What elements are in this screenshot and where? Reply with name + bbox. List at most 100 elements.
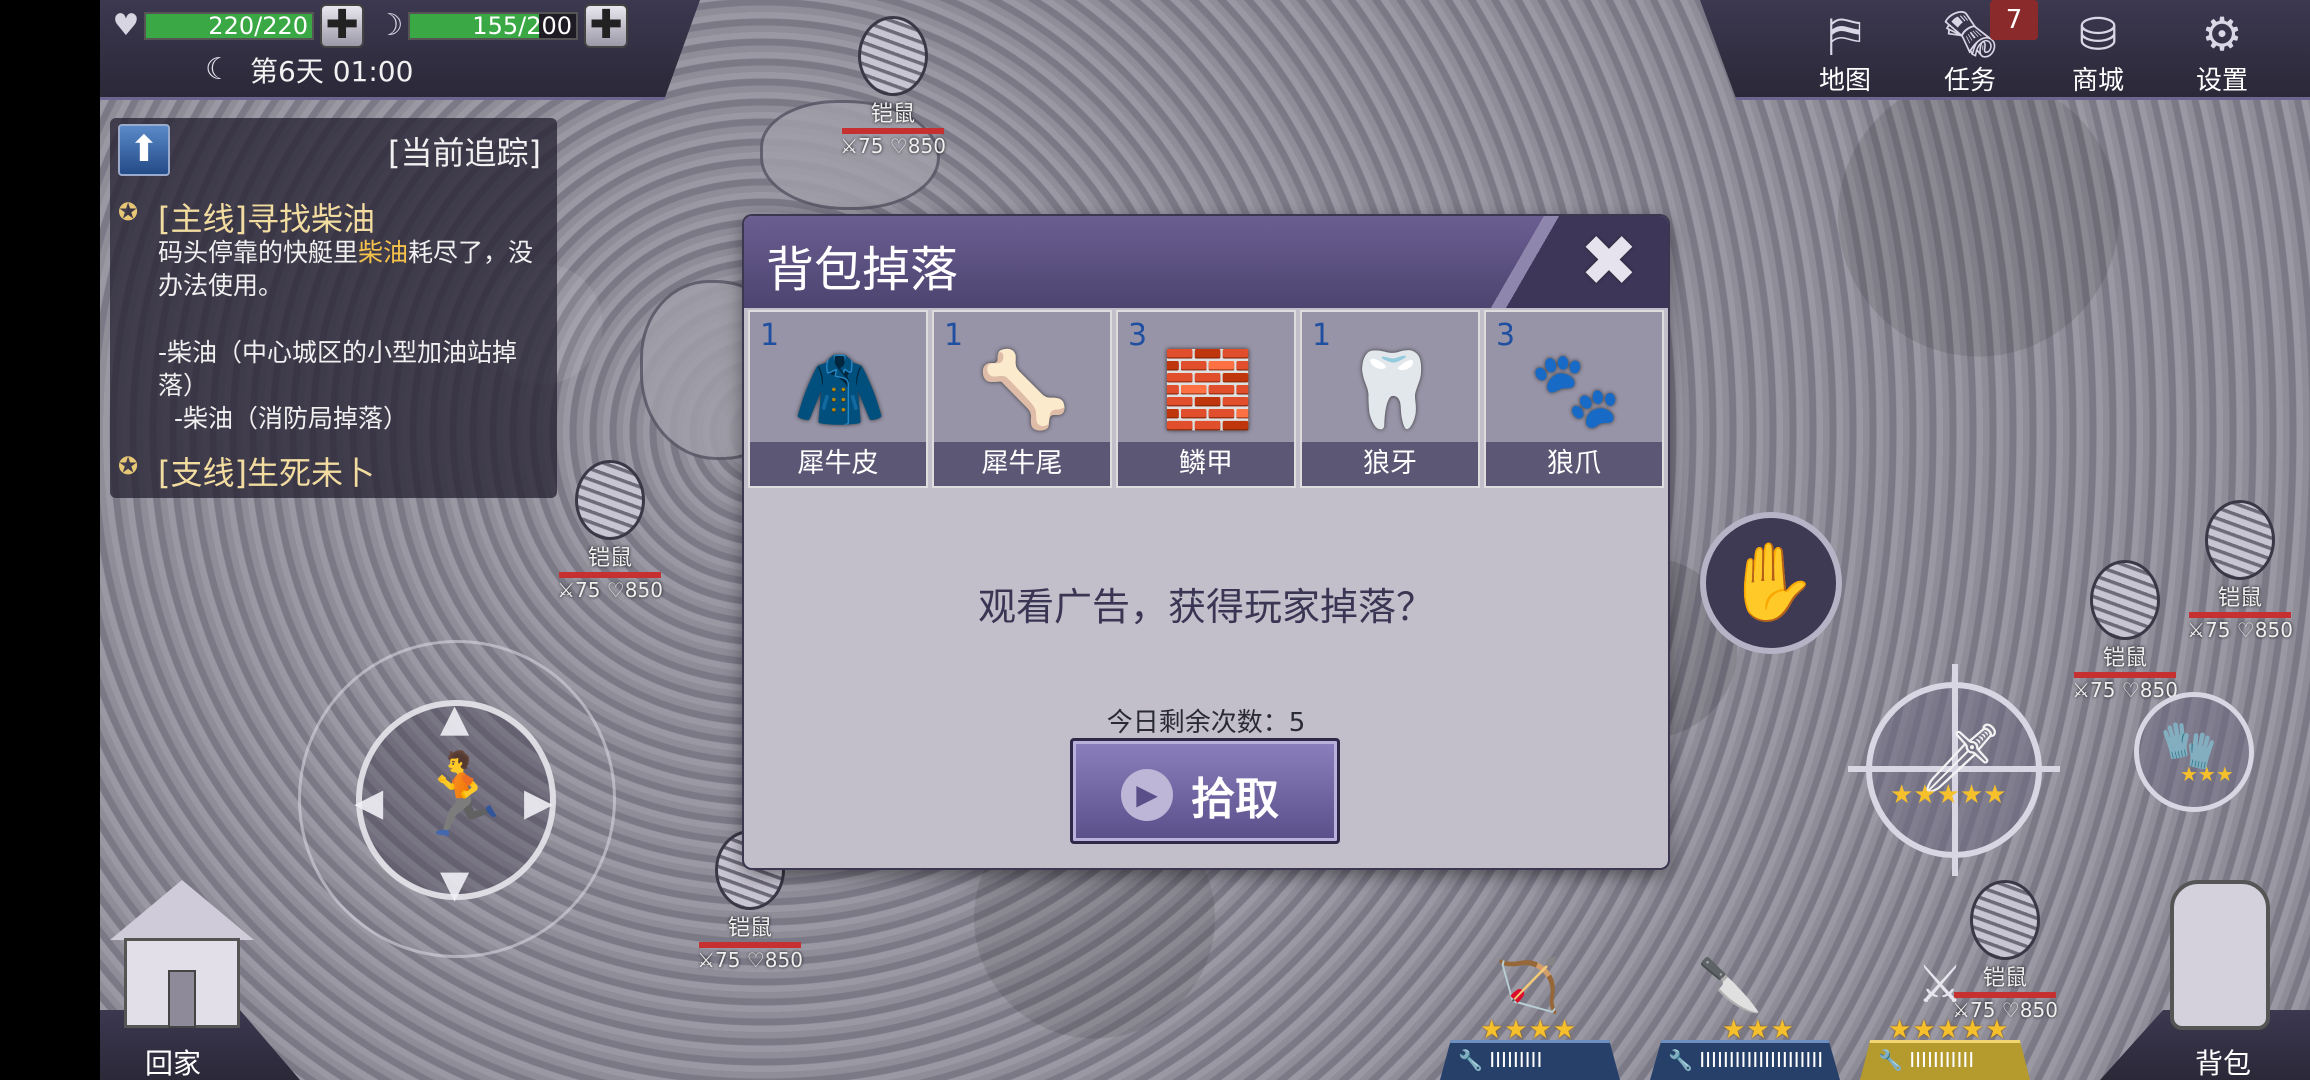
pick-up-button[interactable]: ▶ 拾取	[1070, 738, 1340, 844]
arrow-right-icon: ▶	[524, 780, 554, 824]
item-name: 狼爪	[1486, 442, 1662, 486]
drop-item[interactable]: 3 🧱 鳞甲	[1116, 310, 1296, 488]
enemy-sprite	[1970, 880, 2040, 960]
collapse-quest-button[interactable]: ⬆	[118, 124, 170, 176]
gear-icon: ⚙	[2201, 7, 2243, 61]
weapon-slot-3-active[interactable]: 🔧 IIIIIIIIIII	[1860, 1040, 2030, 1080]
weapon-slot-2[interactable]: 🔧 IIIIIIIIIIIIIIIIIIIII	[1650, 1040, 1840, 1080]
quest-tracker-header: [当前追踪]	[388, 134, 541, 172]
drop-item[interactable]: 1 🦷 狼牙	[1300, 310, 1480, 488]
house-door	[168, 970, 196, 1028]
main-quest-icon: ✪	[118, 198, 139, 226]
drop-item-list: 1 🧥 犀牛皮 1 🦴 犀牛尾 3 🧱 鳞甲 1 🦷 狼牙 3 🐾 狼爪	[744, 310, 1668, 510]
main-quest-step: -柴油（消防局掉落）	[174, 404, 409, 433]
enemy-sprite	[2090, 560, 2160, 640]
grab-hand-button[interactable]: ✋	[1700, 512, 1842, 654]
drop-item[interactable]: 1 🧥 犀牛皮	[748, 310, 928, 488]
item-quantity: 1	[760, 318, 780, 353]
bow-icon[interactable]: 🏹	[1488, 955, 1568, 1016]
main-quest-step: -柴油（中心城区的小型加油站掉落）	[158, 338, 518, 400]
settings-label: 设置	[2195, 66, 2248, 96]
quest-tracker[interactable]: ⬆ [当前追踪] ✪ [主线]寻找柴油 码头停靠的快艇里柴油耗尽了，没办法使用。…	[110, 118, 557, 498]
enemy-atk: 75	[575, 578, 601, 602]
desc-part: 码头停靠的快艇里	[158, 238, 359, 267]
home-button-label[interactable]: 回家	[145, 1042, 201, 1080]
enemy-sprite	[2205, 500, 2275, 580]
enemy-hp: 850	[764, 948, 803, 972]
item-quantity: 1	[944, 318, 964, 353]
enemy-armadillo[interactable]: 铠鼠 ⚔75 ♡850	[2060, 560, 2190, 702]
ad-prompt: 观看广告，获得玩家掉落？	[977, 585, 1434, 629]
heart-icon: ♥	[112, 8, 140, 43]
remaining-count: 今日剩余次数：5	[1106, 708, 1306, 738]
hp-stat: ♥ 220/220 ✚	[108, 4, 364, 48]
running-man-icon: 🏃	[412, 748, 512, 841]
enemy-stats: ⚔75 ♡850	[840, 134, 946, 158]
item-quantity: 3	[1496, 318, 1516, 353]
shop-button[interactable]: ⛁ 商城	[2048, 8, 2148, 98]
hp-bar: 220/220	[144, 12, 314, 40]
item-name: 鳞甲	[1118, 442, 1294, 486]
enemy-hp: 850	[907, 134, 946, 158]
enemy-stats: ⚔75 ♡850	[557, 578, 663, 602]
stamina-stat: ☽ 155/200 ✚	[372, 4, 628, 48]
bag-button-label[interactable]: 背包	[2195, 1042, 2251, 1080]
side-quest-title[interactable]: [支线]生死未卜	[158, 448, 375, 494]
enemy-armadillo[interactable]: 铠鼠 ⚔75 ♡850	[545, 460, 675, 602]
arrow-up-icon: ▲	[440, 696, 470, 740]
map-icon: ⛿	[1828, 7, 1862, 61]
play-video-icon: ▶	[1121, 769, 1173, 821]
map-label: 地图	[1818, 66, 1871, 96]
enemy-stats: ⚔75 ♡850	[697, 948, 803, 972]
settings-button[interactable]: ⚙ 设置	[2172, 8, 2272, 98]
enemy-armadillo[interactable]: 铠鼠 ⚔75 ♡850	[828, 16, 958, 158]
side-quest-icon: ✪	[118, 452, 139, 480]
enemy-name: 铠鼠	[870, 102, 915, 127]
house-icon[interactable]	[110, 880, 254, 1030]
dialog-title: 背包掉落	[766, 242, 959, 298]
add-hp-button[interactable]: ✚	[320, 4, 364, 48]
map-button[interactable]: ⛿ 地图	[1795, 8, 1895, 98]
secondary-slot-stars: ★★★	[2180, 762, 2234, 786]
house-roof	[110, 880, 254, 940]
item-name: 狼牙	[1302, 442, 1478, 486]
task-count-badge: 7	[1990, 0, 2038, 40]
main-quest-desc: 码头停靠的快艇里柴油耗尽了，没办法使用。	[158, 236, 548, 302]
hide-icon: 🧥	[793, 347, 887, 433]
weapon-slot-1[interactable]: 🔧 IIIIIIIII	[1440, 1040, 1620, 1080]
main-quest-title[interactable]: [主线]寻找柴油	[158, 194, 375, 240]
wolf-claw-icon: 🐾	[1529, 347, 1623, 433]
enemy-name: 铠鼠	[587, 546, 632, 571]
pick-up-label: 拾取	[1191, 774, 1279, 825]
enemy-sprite	[575, 460, 645, 540]
tail-icon: 🦴	[977, 347, 1071, 433]
enemy-atk: 75	[2205, 618, 2231, 642]
backpack-icon[interactable]	[2170, 880, 2270, 1030]
arrow-down-icon: ▼	[440, 862, 470, 906]
enemy-name: 铠鼠	[727, 916, 772, 941]
moon-icon: ☾	[205, 52, 232, 87]
enemy-armadillo[interactable]: 铠鼠 ⚔75 ♡850	[2175, 500, 2305, 642]
stamina-bar: 155/200	[408, 12, 578, 40]
enemy-atk: 75	[715, 948, 741, 972]
enemy-hp: 850	[624, 578, 663, 602]
desc-highlight: 柴油	[358, 238, 409, 267]
enemy-name: 铠鼠	[2217, 586, 2262, 611]
game-screen: ♥ 220/220 ✚ ☽ 155/200 ✚ ☾ 第6天 01:00 ⛿ 地图…	[0, 0, 2310, 1080]
machete-icon[interactable]: 🔪	[1690, 955, 1770, 1016]
item-name: 犀牛尾	[934, 442, 1110, 486]
close-icon[interactable]: ✖	[1572, 224, 1646, 298]
day-time: 第6天 01:00	[250, 55, 414, 88]
enemy-hp: 850	[2019, 998, 2058, 1022]
stomach-icon: ☽	[376, 8, 404, 43]
add-stamina-button[interactable]: ✚	[584, 4, 628, 48]
enemy-atk: 75	[858, 134, 884, 158]
enemy-hp: 850	[2254, 618, 2293, 642]
wolf-fang-icon: 🦷	[1345, 347, 1439, 433]
stamina-value: 155/200	[472, 12, 572, 40]
coins-icon: ⛁	[2078, 7, 2118, 61]
drop-item[interactable]: 3 🐾 狼爪	[1484, 310, 1664, 488]
sword-icon[interactable]: ⚔	[1900, 955, 1980, 1015]
arrow-left-icon: ◀	[354, 780, 384, 824]
drop-item[interactable]: 1 🦴 犀牛尾	[932, 310, 1112, 488]
